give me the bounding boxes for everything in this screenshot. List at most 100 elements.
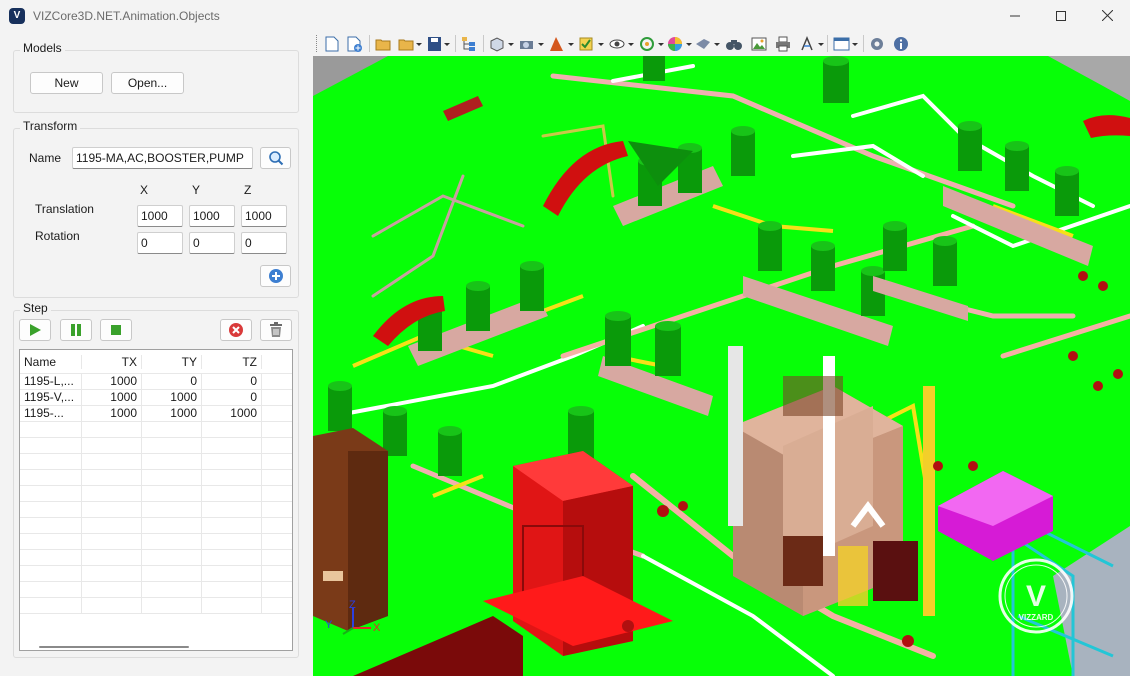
empty-row xyxy=(20,518,292,534)
remove-icon xyxy=(229,323,243,337)
visibility-button[interactable] xyxy=(609,35,635,52)
cell-tx: 1000 xyxy=(82,406,142,421)
translation-y-input[interactable]: 1000 xyxy=(189,205,235,227)
minimize-icon xyxy=(1010,15,1020,16)
empty-row xyxy=(20,582,292,598)
add-icon xyxy=(347,36,362,52)
render-mode-button[interactable] xyxy=(549,35,575,52)
window-button[interactable] xyxy=(833,35,859,52)
empty-row xyxy=(20,550,292,566)
rotation-label: Rotation xyxy=(35,229,80,243)
column-header-ty[interactable]: TY xyxy=(142,354,202,369)
measure-button[interactable] xyxy=(799,35,825,52)
select-icon xyxy=(579,37,604,50)
tree-button[interactable] xyxy=(461,35,477,52)
transform-group: Transform Name 1195-MA,AC,BOOSTER,PUMP X… xyxy=(13,119,299,298)
clear-steps-button[interactable] xyxy=(260,319,292,341)
toolbar-separator xyxy=(455,35,456,52)
print-button[interactable] xyxy=(775,35,791,52)
horizontal-scrollbar[interactable] xyxy=(39,646,189,648)
name-label: Name xyxy=(29,151,62,165)
table-row[interactable]: 1195-V,... 1000 1000 0 xyxy=(20,390,292,406)
window-title: VIZCore3D.NET.Animation.Objects xyxy=(33,8,220,23)
empty-row xyxy=(20,598,292,614)
rotation-z-input[interactable]: 0 xyxy=(241,232,287,254)
rotation-y-input[interactable]: 0 xyxy=(189,232,235,254)
axis-x-label: X xyxy=(373,622,381,634)
view-icon xyxy=(490,36,514,52)
open-button[interactable]: Open... xyxy=(111,72,184,94)
remove-step-button[interactable] xyxy=(220,319,252,341)
step-table[interactable]: Name TX TY TZ 1195-L,... 1000 0 0 1195-V… xyxy=(19,349,293,651)
empty-row xyxy=(20,486,292,502)
screenshot-button[interactable] xyxy=(751,35,767,52)
color-button[interactable] xyxy=(667,35,693,52)
column-header-name[interactable]: Name xyxy=(20,354,82,369)
new-button[interactable]: New xyxy=(30,72,103,94)
add-model-button[interactable] xyxy=(347,35,363,52)
rotation-x-input[interactable]: 0 xyxy=(137,232,183,254)
table-row[interactable]: 1195-... 1000 1000 1000 xyxy=(20,406,292,422)
minimize-button[interactable] xyxy=(992,0,1038,31)
info-button[interactable] xyxy=(893,35,909,52)
window-icon xyxy=(833,37,858,50)
logo-text: VIZZARD xyxy=(1019,613,1054,622)
translation-z-input[interactable]: 1000 xyxy=(241,205,287,227)
zoom-button[interactable] xyxy=(695,35,721,52)
open-button[interactable] xyxy=(375,35,392,52)
save-button[interactable] xyxy=(427,35,451,52)
column-header-tx[interactable]: TX xyxy=(82,354,142,369)
open-recent-button[interactable] xyxy=(398,35,422,52)
axis-y-label: Y xyxy=(325,619,333,631)
view-button[interactable] xyxy=(489,35,515,52)
translation-x-input[interactable]: 1000 xyxy=(137,205,183,227)
toolbar-separator xyxy=(483,35,484,52)
new-icon xyxy=(325,36,339,51)
plant-scene: Z X Y V VIZZARD xyxy=(313,56,1130,676)
color-icon xyxy=(668,36,692,51)
cell-ty: 0 xyxy=(142,374,202,389)
screenshot-icon xyxy=(751,37,767,50)
3d-viewport[interactable]: Z X Y V VIZZARD xyxy=(313,56,1130,676)
settings-button[interactable] xyxy=(869,35,885,52)
cell-name: 1195-L,... xyxy=(20,374,82,389)
rotate-button[interactable] xyxy=(639,35,665,52)
find-icon xyxy=(726,39,742,50)
play-icon xyxy=(30,324,41,336)
add-step-button[interactable] xyxy=(260,265,291,287)
axis-z-label: Z xyxy=(349,599,356,611)
table-row[interactable]: 1195-L,... 1000 0 0 xyxy=(20,374,292,390)
cell-name: 1195-V,... xyxy=(20,390,82,405)
tree-icon xyxy=(462,36,475,51)
close-button[interactable] xyxy=(1084,0,1130,31)
maximize-button[interactable] xyxy=(1038,0,1084,31)
zoom-icon xyxy=(696,38,720,49)
empty-row xyxy=(20,454,292,470)
trash-icon xyxy=(270,322,282,337)
save-icon xyxy=(428,36,450,51)
print-icon xyxy=(776,36,790,51)
visibility-icon xyxy=(609,39,634,48)
select-button[interactable] xyxy=(579,35,605,52)
stop-button[interactable] xyxy=(100,319,132,341)
toolbar-grip[interactable] xyxy=(316,35,319,52)
camera-button[interactable] xyxy=(519,35,545,52)
empty-row xyxy=(20,502,292,518)
transform-group-label: Transform xyxy=(20,119,81,133)
pause-button[interactable] xyxy=(60,319,92,341)
pause-icon xyxy=(71,324,81,336)
render-mode-icon xyxy=(550,36,574,51)
settings-icon xyxy=(871,37,883,50)
new-button[interactable] xyxy=(325,35,339,52)
column-header-tz[interactable]: TZ xyxy=(202,354,262,369)
find-button[interactable] xyxy=(725,35,743,52)
open-folder-icon xyxy=(375,39,391,50)
name-field[interactable]: 1195-MA,AC,BOOSTER,PUMP xyxy=(72,147,253,169)
toolbar-separator xyxy=(863,35,864,52)
search-button[interactable] xyxy=(260,147,291,169)
play-button[interactable] xyxy=(19,319,51,341)
title-bar: V VIZCore3D.NET.Animation.Objects xyxy=(0,0,1130,31)
search-icon xyxy=(268,151,283,166)
close-icon xyxy=(1101,10,1113,21)
rotate-icon xyxy=(640,36,664,51)
